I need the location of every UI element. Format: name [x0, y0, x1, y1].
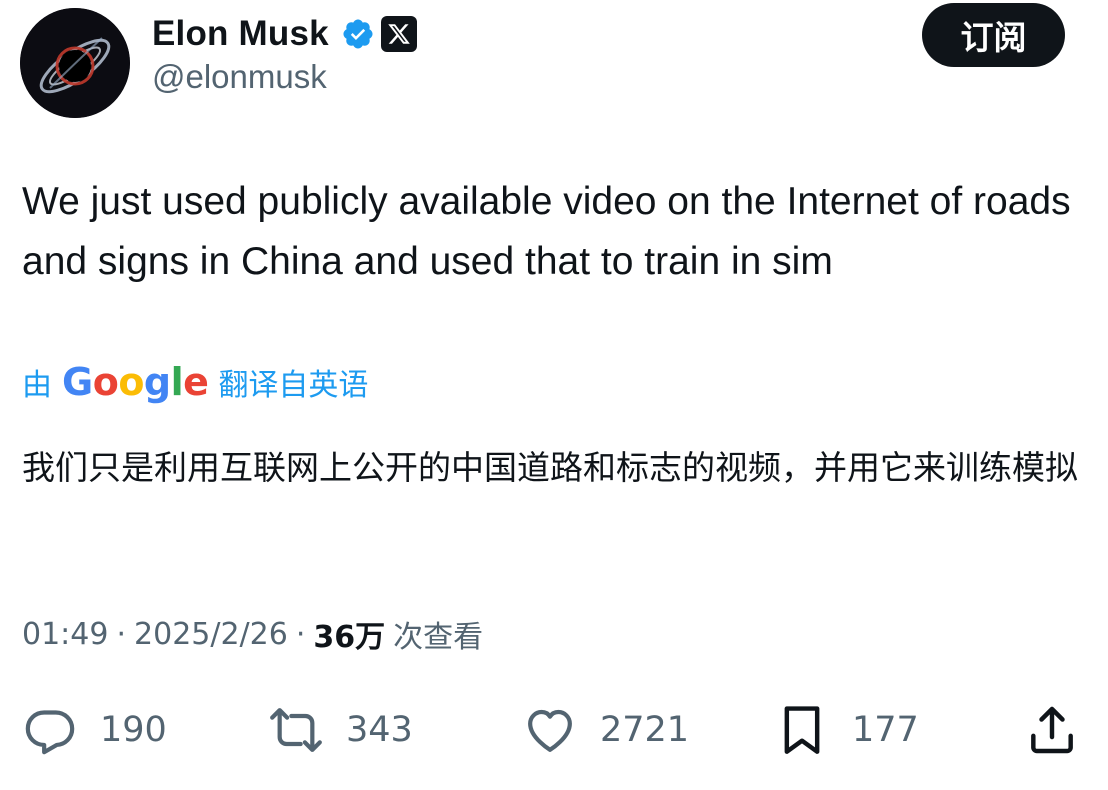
- like-count: 2721: [600, 710, 690, 750]
- avatar[interactable]: [20, 8, 130, 118]
- verified-check-icon[interactable]: [341, 17, 375, 51]
- subscribe-button[interactable]: 订阅: [922, 3, 1065, 67]
- views-count: 36万: [313, 620, 386, 655]
- google-logo: Google: [62, 360, 209, 404]
- reply-icon: [25, 710, 75, 755]
- translation-suffix: 翻译自英语: [218, 368, 369, 403]
- translation-prefix: 由: [22, 368, 52, 403]
- repost-count: 343: [346, 710, 413, 750]
- action-bar: 190 343 2721 177: [0, 700, 1108, 760]
- author-handle[interactable]: @elonmusk: [152, 58, 327, 96]
- translated-text: 我们只是利用互联网上公开的中国道路和标志的视频，并用它来训练模拟: [22, 448, 1078, 487]
- share-button[interactable]: [1024, 700, 1080, 760]
- author-name-row: Elon Musk: [152, 12, 417, 56]
- tweet-text: We just used publicly available video on…: [22, 180, 1071, 283]
- avatar-image: [20, 8, 130, 118]
- translation-attribution[interactable]: 由 Google 翻译自英语: [22, 358, 368, 406]
- heart-icon: [528, 709, 572, 752]
- x-logo-icon[interactable]: [380, 16, 417, 52]
- bookmark-count: 177: [852, 710, 919, 750]
- tweet-date[interactable]: 2025/2/26: [134, 617, 288, 652]
- author-display-name[interactable]: Elon Musk: [152, 14, 329, 54]
- share-icon: [1031, 706, 1073, 754]
- meta-separator: ·: [116, 616, 127, 652]
- bookmark-button[interactable]: 177: [774, 700, 919, 760]
- reply-count: 190: [100, 710, 167, 750]
- tweet-card: Elon Musk @elonmusk 订阅 We just used publ…: [0, 0, 1108, 790]
- tweet-meta: 01:49 · 2025/2/26 · 36万 次查看: [22, 612, 483, 656]
- repost-icon: [270, 708, 322, 752]
- repost-button[interactable]: 343: [268, 700, 413, 760]
- reply-button[interactable]: 190: [22, 700, 167, 760]
- views-label: 次查看: [393, 620, 484, 655]
- meta-separator: ·: [295, 616, 306, 652]
- tweet-time[interactable]: 01:49: [22, 617, 108, 652]
- bookmark-icon: [784, 706, 820, 754]
- like-button[interactable]: 2721: [522, 700, 689, 760]
